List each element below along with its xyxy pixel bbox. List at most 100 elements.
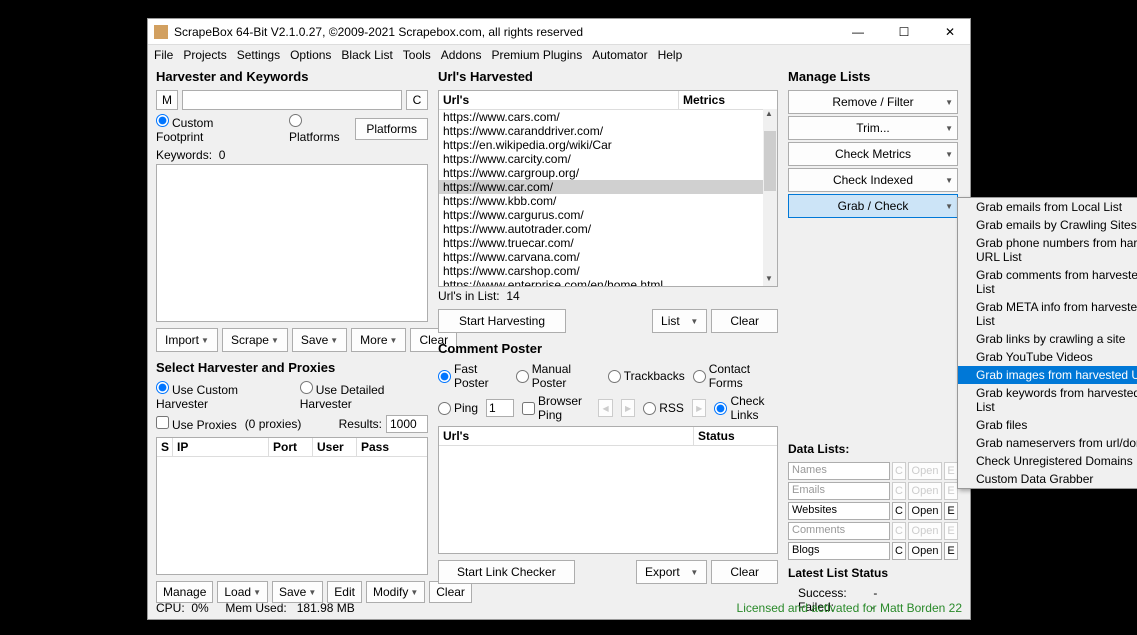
data-list-open-button[interactable]: Open	[908, 542, 942, 560]
data-list-open-button[interactable]: Open	[908, 462, 942, 480]
manage-proxies-button[interactable]: Manage	[156, 581, 213, 603]
keywords-textarea[interactable]	[156, 164, 428, 322]
url-item[interactable]: https://www.autotrader.com/	[439, 222, 777, 236]
check-indexed-button[interactable]: Check Indexed▼	[788, 168, 958, 192]
data-list-label[interactable]: Emails	[788, 482, 890, 500]
menu-projects[interactable]: Projects	[183, 48, 226, 62]
trim-button[interactable]: Trim...▼	[788, 116, 958, 140]
menu-blacklist[interactable]: Black List	[341, 48, 392, 62]
scroll-down-icon[interactable]: ▼	[763, 274, 775, 286]
save-proxies-button[interactable]: Save▼	[272, 581, 323, 603]
data-list-label[interactable]: Names	[788, 462, 890, 480]
dropdown-item[interactable]: Grab emails from Local List	[958, 198, 1137, 216]
url-item[interactable]: https://www.cargroup.org/	[439, 166, 777, 180]
close-button[interactable]: ✕	[936, 25, 964, 39]
url-item[interactable]: https://www.cargurus.com/	[439, 208, 777, 222]
dropdown-item[interactable]: Grab emails by Crawling Sites	[958, 216, 1137, 234]
url-item[interactable]: https://www.carcity.com/	[439, 152, 777, 166]
dropdown-item[interactable]: Grab nameservers from url/domain list	[958, 434, 1137, 452]
minimize-button[interactable]: —	[844, 25, 872, 39]
data-list-c-button[interactable]: C	[892, 542, 906, 560]
data-list-label[interactable]: Websites	[788, 502, 890, 520]
prev-icon[interactable]: ◀	[598, 399, 613, 417]
dropdown-item[interactable]: Grab links by crawling a site	[958, 330, 1137, 348]
platforms-button[interactable]: Platforms	[355, 118, 428, 140]
custom-footprint-radio[interactable]: Custom Footprint	[156, 114, 257, 144]
use-proxies-checkbox[interactable]: Use Proxies	[156, 416, 237, 432]
menu-settings[interactable]: Settings	[237, 48, 280, 62]
menu-options[interactable]: Options	[290, 48, 331, 62]
maximize-button[interactable]: ☐	[890, 25, 918, 39]
data-list-e-button[interactable]: E	[944, 502, 958, 520]
dropdown-item[interactable]: Grab files	[958, 416, 1137, 434]
dropdown-item[interactable]: Check Unregistered Domains	[958, 452, 1137, 470]
c-button[interactable]: C	[406, 90, 428, 110]
data-list-open-button[interactable]: Open	[908, 502, 942, 520]
start-harvesting-button[interactable]: Start Harvesting	[438, 309, 566, 333]
dropdown-item[interactable]: Grab META info from harvested URL List	[958, 298, 1137, 330]
menu-automator[interactable]: Automator	[592, 48, 647, 62]
m-button[interactable]: M	[156, 90, 178, 110]
browser-ping-checkbox[interactable]: Browser Ping	[522, 394, 590, 422]
menu-addons[interactable]: Addons	[441, 48, 482, 62]
scroll-up-icon[interactable]: ▲	[763, 109, 775, 121]
start-link-checker-button[interactable]: Start Link Checker	[438, 560, 575, 584]
url-item[interactable]: https://en.wikipedia.org/wiki/Car	[439, 138, 777, 152]
url-list[interactable]: https://www.cars.com/https://www.carandd…	[439, 110, 777, 287]
data-list-e-button[interactable]: E	[944, 542, 958, 560]
dropdown-item[interactable]: Grab images from harvested URL List	[958, 366, 1137, 384]
clear-urls-button[interactable]: Clear	[711, 309, 778, 333]
data-list-c-button[interactable]: C	[892, 462, 906, 480]
remove-filter-button[interactable]: Remove / Filter▼	[788, 90, 958, 114]
data-list-e-button[interactable]: E	[944, 522, 958, 540]
url-item[interactable]: https://www.cars.com/	[439, 110, 777, 124]
trackbacks-radio[interactable]: Trackbacks	[608, 369, 685, 383]
dropdown-item[interactable]: Grab comments from harvested URL List	[958, 266, 1137, 298]
fast-poster-radio[interactable]: Fast Poster	[438, 362, 508, 390]
dropdown-item[interactable]: Grab YouTube Videos	[958, 348, 1137, 366]
menu-file[interactable]: File	[154, 48, 173, 62]
data-list-open-button[interactable]: Open	[908, 482, 942, 500]
menu-help[interactable]: Help	[658, 48, 683, 62]
url-item[interactable]: https://www.car.com/	[439, 180, 777, 194]
menu-tools[interactable]: Tools	[403, 48, 431, 62]
dropdown-item[interactable]: Grab phone numbers from harvested URL Li…	[958, 234, 1137, 266]
export-button[interactable]: Export ▼	[636, 560, 707, 584]
url-item[interactable]: https://www.carshop.com/	[439, 264, 777, 278]
keyword-dropdown[interactable]	[182, 90, 402, 110]
modify-proxies-button[interactable]: Modify▼	[366, 581, 425, 603]
save-button[interactable]: Save▼	[292, 328, 347, 352]
dropdown-item[interactable]: Custom Data Grabber▶	[958, 470, 1137, 488]
check-links-radio[interactable]: Check Links	[714, 394, 778, 422]
grab-check-button[interactable]: Grab / Check▼	[788, 194, 958, 218]
url-item[interactable]: https://www.caranddriver.com/	[439, 124, 777, 138]
data-list-c-button[interactable]: C	[892, 482, 906, 500]
ping-input[interactable]	[486, 399, 514, 417]
url-item[interactable]: https://www.kbb.com/	[439, 194, 777, 208]
data-list-open-button[interactable]: Open	[908, 522, 942, 540]
menu-premium[interactable]: Premium Plugins	[492, 48, 583, 62]
url-item[interactable]: https://www.enterprise.com/en/home.html	[439, 278, 777, 287]
manual-poster-radio[interactable]: Manual Poster	[516, 362, 600, 390]
dropdown-item[interactable]: Grab keywords from harvested URL List	[958, 384, 1137, 416]
contact-forms-radio[interactable]: Contact Forms	[693, 362, 778, 390]
rss-play-icon[interactable]: ▶	[692, 399, 707, 417]
rss-radio[interactable]: RSS	[643, 401, 684, 415]
scrape-button[interactable]: Scrape▼	[222, 328, 288, 352]
clear-comment-button[interactable]: Clear	[711, 560, 778, 584]
next-icon[interactable]: ▶	[621, 399, 636, 417]
import-button[interactable]: Import▼	[156, 328, 218, 352]
check-metrics-button[interactable]: Check Metrics▼	[788, 142, 958, 166]
use-detailed-harvester-radio[interactable]: Use Detailed Harvester	[300, 381, 428, 411]
data-list-label[interactable]: Blogs	[788, 542, 890, 560]
url-item[interactable]: https://www.carvana.com/	[439, 250, 777, 264]
more-button[interactable]: More▼	[351, 328, 406, 352]
platforms-radio[interactable]: Platforms	[289, 114, 351, 144]
data-list-e-button[interactable]: E	[944, 462, 958, 480]
url-scrollbar[interactable]: ▲ ▼	[763, 109, 777, 286]
url-item[interactable]: https://www.truecar.com/	[439, 236, 777, 250]
data-list-c-button[interactable]: C	[892, 522, 906, 540]
data-list-e-button[interactable]: E	[944, 482, 958, 500]
ping-radio[interactable]: Ping	[438, 401, 478, 415]
data-list-label[interactable]: Comments	[788, 522, 890, 540]
